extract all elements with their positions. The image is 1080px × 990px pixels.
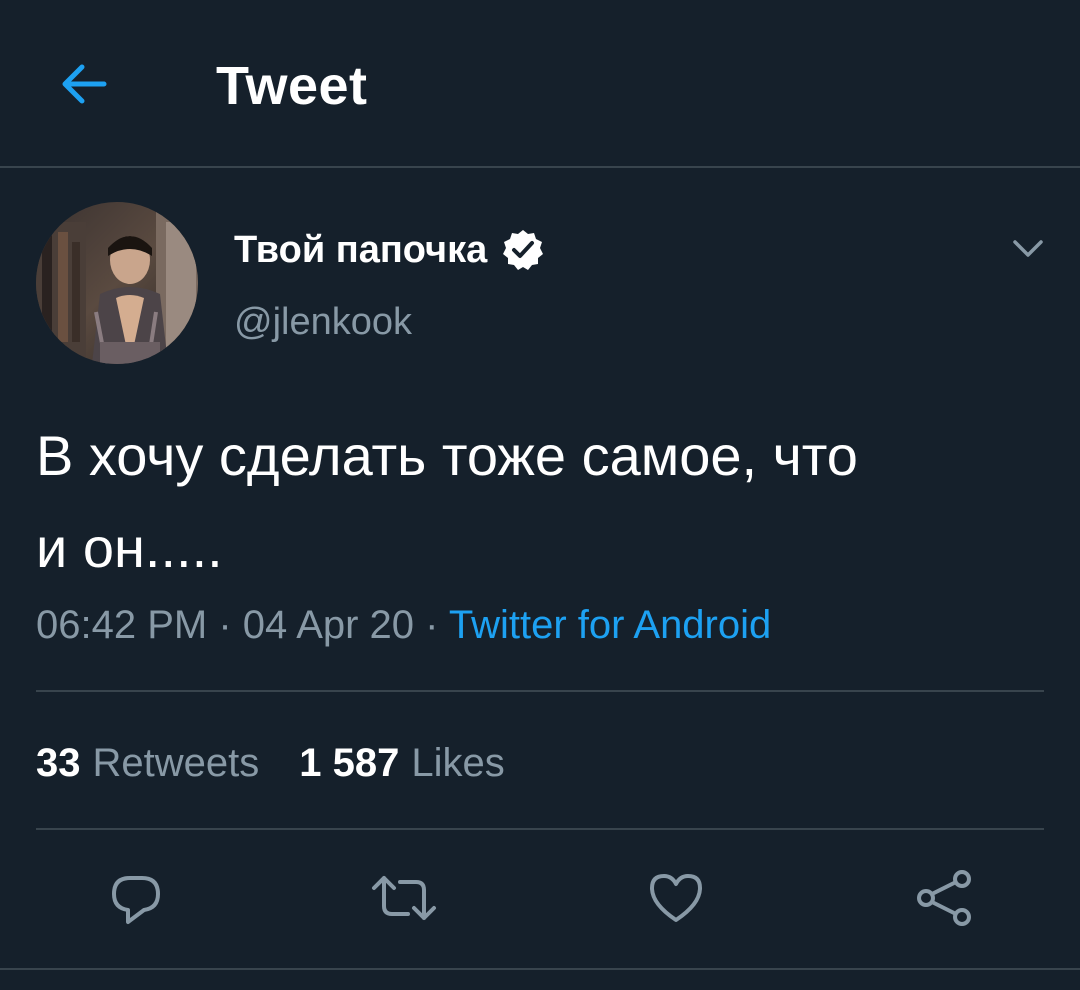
display-name[interactable]: Твой папочка: [234, 224, 487, 276]
tweet-date: 04 Apr 20: [242, 603, 415, 647]
verified-badge-icon: [501, 228, 545, 272]
author-name-row: Твой папочка: [234, 224, 545, 276]
tweet-detail-screen: Tweet Твой папочка @jlenkook В хочу сдел…: [0, 0, 1080, 990]
tweet-time: 06:42 PM: [36, 603, 208, 647]
tweet-text: В хочу сделать тоже самое, что и он.....: [36, 424, 858, 579]
reply-icon: [112, 876, 160, 924]
tweet-meta: 06:42 PM · 04 Apr 20 · Twitter for Andro…: [36, 598, 771, 652]
reply-button[interactable]: [100, 862, 172, 934]
divider: [36, 828, 1044, 830]
top-app-bar: Tweet: [0, 0, 1080, 168]
divider: [36, 690, 1044, 692]
avatar[interactable]: [36, 202, 198, 364]
likes-stat[interactable]: 1 587 Likes: [299, 736, 505, 790]
page-title: Tweet: [216, 56, 368, 116]
share-icon: [917, 870, 971, 926]
retweet-button[interactable]: [368, 862, 440, 934]
tweet-source-link[interactable]: Twitter for Android: [449, 603, 771, 647]
meta-separator: ·: [425, 603, 439, 647]
back-button[interactable]: [52, 52, 116, 116]
likes-count: 1 587: [299, 741, 400, 785]
profile-photo: [36, 202, 198, 364]
bottom-divider: [0, 968, 1080, 970]
arrow-left-icon: [62, 64, 107, 104]
likes-label: Likes: [411, 741, 505, 785]
username[interactable]: @jlenkook: [234, 296, 412, 348]
retweets-stat[interactable]: 33 Retweets: [36, 736, 259, 790]
share-button[interactable]: [908, 862, 980, 934]
like-icon: [650, 874, 702, 922]
retweets-count: 33: [36, 741, 81, 785]
retweet-icon: [372, 876, 436, 920]
like-button[interactable]: [640, 862, 712, 934]
tweet-stats: 33 Retweets 1 587 Likes: [36, 736, 505, 790]
retweets-label: Retweets: [92, 741, 260, 785]
meta-separator: ·: [218, 603, 232, 647]
more-options-button[interactable]: [1006, 226, 1050, 270]
chevron-down-icon: [1013, 240, 1043, 257]
